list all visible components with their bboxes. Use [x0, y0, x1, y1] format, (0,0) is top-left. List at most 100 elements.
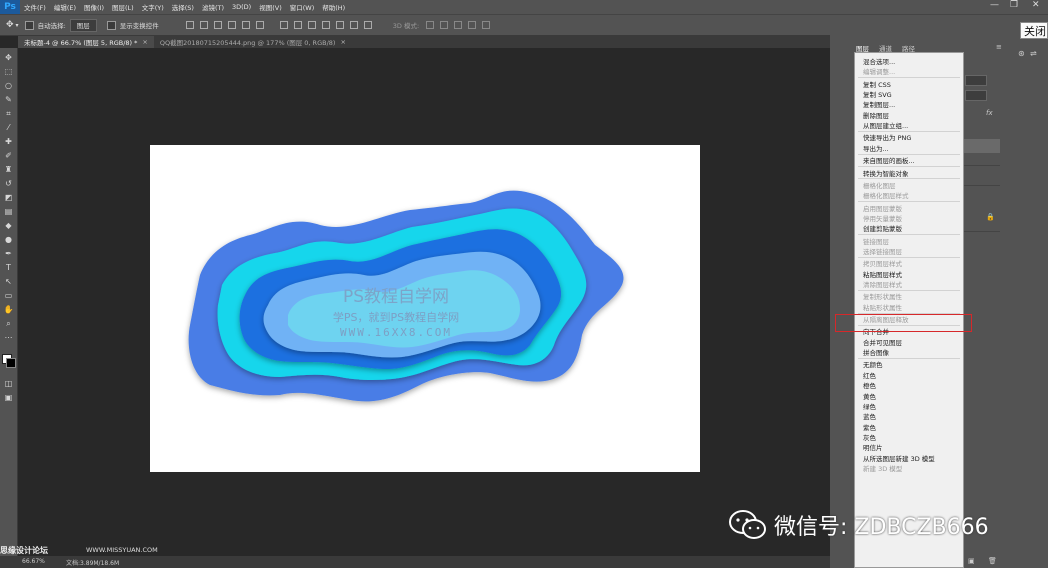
menu-3d[interactable]: 3D(D) [232, 3, 251, 11]
chevron-down-icon[interactable]: ▾ [16, 22, 19, 29]
menu-item[interactable]: 明信片 [863, 442, 883, 452]
history-brush-icon[interactable]: ↺ [3, 178, 14, 189]
quick-mask-icon[interactable]: ◫ [3, 378, 14, 389]
auto-select-dropdown[interactable]: 图层 [69, 18, 97, 32]
distribute-left-icon[interactable] [321, 21, 330, 29]
menu-filter[interactable]: 滤镜(T) [202, 2, 224, 12]
menu-item[interactable]: 复制图层... [863, 99, 895, 109]
show-transform-checkbox[interactable] [106, 20, 116, 30]
align-bottom-icon[interactable] [213, 21, 222, 29]
libraries-icon[interactable]: ⊛ [1018, 49, 1025, 58]
close-window-button[interactable]: ✕ [1032, 0, 1040, 10]
menu-item-paste-layer-style[interactable]: 粘贴图层样式 [863, 269, 902, 279]
auto-align-icon[interactable] [363, 21, 372, 29]
move-tool-icon[interactable]: ✥ [3, 52, 14, 63]
document-size: 文档:3.89M/18.6M [66, 560, 120, 567]
close-tab-icon[interactable]: × [142, 38, 147, 46]
menu-item[interactable]: 来自图层的画板... [863, 155, 915, 165]
distribute-hcenter-icon[interactable] [335, 21, 344, 29]
crop-tool-icon[interactable]: ⌗ [3, 108, 14, 119]
screen-mode-icon[interactable]: ▣ [3, 392, 14, 403]
distribute-vcenter-icon[interactable] [293, 21, 302, 29]
distribute-top-icon[interactable] [279, 21, 288, 29]
menu-item[interactable]: 从图层建立组... [863, 120, 908, 130]
restore-button[interactable]: ❐ [1010, 0, 1018, 10]
eyedropper-tool-icon[interactable]: ⁄ [3, 122, 14, 133]
pen-tool-icon[interactable]: ✒ [3, 248, 14, 259]
menu-edit[interactable]: 编辑(E) [54, 2, 76, 12]
menu-item[interactable]: 无颜色 [863, 359, 883, 369]
document-canvas[interactable]: PS教程自学网 学PS，就到PS教程自学网 WWW.16XX8.COM [150, 145, 700, 472]
hand-tool-icon[interactable]: ✋ [3, 304, 14, 315]
eraser-tool-icon[interactable]: ◩ [3, 192, 14, 203]
menu-item[interactable]: 合并可见图层 [863, 337, 902, 347]
menu-layer[interactable]: 图层(L) [112, 2, 134, 12]
shape-tool-icon[interactable]: ▭ [3, 290, 14, 301]
3d-scale-icon[interactable] [482, 21, 491, 29]
document-tab-active[interactable]: 未标题-4 @ 66.7% (图层 5, RGB/8) * × [18, 36, 154, 48]
align-right-icon[interactable] [255, 21, 264, 29]
move-tool-icon[interactable]: ✥ [6, 20, 14, 30]
dodge-tool-icon[interactable]: ● [3, 234, 14, 245]
type-tool-icon[interactable]: T [3, 262, 14, 273]
3d-rotate-icon[interactable] [426, 21, 435, 29]
close-tab-icon[interactable]: × [340, 38, 345, 46]
marquee-tool-icon[interactable]: ⬚ [3, 66, 14, 77]
quick-select-tool-icon[interactable]: ✎ [3, 94, 14, 105]
brush-tool-icon[interactable]: ✐ [3, 150, 14, 161]
3d-roll-icon[interactable] [440, 21, 449, 29]
menu-image[interactable]: 图像(I) [84, 2, 104, 12]
menu-item[interactable]: 拼合图像 [863, 347, 889, 357]
align-top-icon[interactable] [185, 21, 194, 29]
menu-item[interactable]: 删除图层 [863, 110, 889, 120]
menu-item[interactable]: 黄色 [863, 391, 876, 401]
menu-item[interactable]: 从所选图层新建 3D 模型 [863, 453, 935, 463]
menu-item[interactable]: 复制 CSS [863, 79, 891, 89]
menu-item[interactable]: 混合选项... [863, 56, 895, 66]
align-vcenter-icon[interactable] [199, 21, 208, 29]
menu-window[interactable]: 窗口(W) [290, 2, 315, 12]
3d-drag-icon[interactable] [454, 21, 463, 29]
panel-menu-icon[interactable]: ≡ [996, 43, 1002, 51]
stamp-tool-icon[interactable]: ♜ [3, 164, 14, 175]
blur-tool-icon[interactable]: ◆ [3, 220, 14, 231]
align-left-icon[interactable] [227, 21, 236, 29]
zoom-level[interactable]: 66.67% [22, 558, 45, 565]
more-tools-icon[interactable]: ⋯ [3, 332, 14, 343]
menu-item[interactable]: 绿色 [863, 401, 876, 411]
menu-item[interactable]: 橙色 [863, 380, 876, 390]
zoom-tool-icon[interactable]: ⌕ [3, 318, 14, 329]
menu-item[interactable]: 复制 SVG [863, 89, 892, 99]
selected-layer-row[interactable] [964, 139, 1000, 153]
adjust-icon[interactable]: ⇌ [1030, 49, 1037, 58]
menu-item[interactable]: 创建剪贴蒙版 [863, 223, 902, 233]
delete-layer-icon[interactable]: 🗑 [988, 557, 997, 565]
path-select-icon[interactable]: ↖ [3, 276, 14, 287]
menu-view[interactable]: 视图(V) [259, 2, 282, 12]
minimize-button[interactable]: — [990, 0, 999, 10]
menu-item[interactable]: 导出为... [863, 143, 889, 153]
auto-select-checkbox[interactable] [24, 20, 34, 30]
align-hcenter-icon[interactable] [241, 21, 250, 29]
distribute-right-icon[interactable] [349, 21, 358, 29]
menu-item[interactable]: 红色 [863, 370, 876, 380]
gradient-tool-icon[interactable]: ▤ [3, 206, 14, 217]
healing-tool-icon[interactable]: ✚ [3, 136, 14, 147]
fill-field[interactable] [965, 90, 987, 101]
menu-type[interactable]: 文字(Y) [142, 2, 164, 12]
new-layer-icon[interactable]: ▣ [968, 557, 975, 565]
lasso-tool-icon[interactable]: ○ [3, 80, 14, 91]
menu-select[interactable]: 选择(S) [172, 2, 194, 12]
background-color-swatch[interactable] [6, 358, 16, 368]
menu-item[interactable]: 紫色 [863, 422, 876, 432]
menu-file[interactable]: 文件(F) [24, 2, 46, 12]
menu-help[interactable]: 帮助(H) [322, 2, 345, 12]
document-tab[interactable]: QQ截图20180715205444.png @ 177% (图层 0, RGB… [154, 36, 352, 48]
menu-item[interactable]: 转换为智能对象 [863, 168, 909, 178]
distribute-bottom-icon[interactable] [307, 21, 316, 29]
menu-item[interactable]: 灰色 [863, 432, 876, 442]
3d-slide-icon[interactable] [468, 21, 477, 29]
menu-item[interactable]: 蓝色 [863, 411, 876, 421]
menu-item[interactable]: 快速导出为 PNG [863, 132, 911, 142]
opacity-field[interactable] [965, 75, 987, 86]
